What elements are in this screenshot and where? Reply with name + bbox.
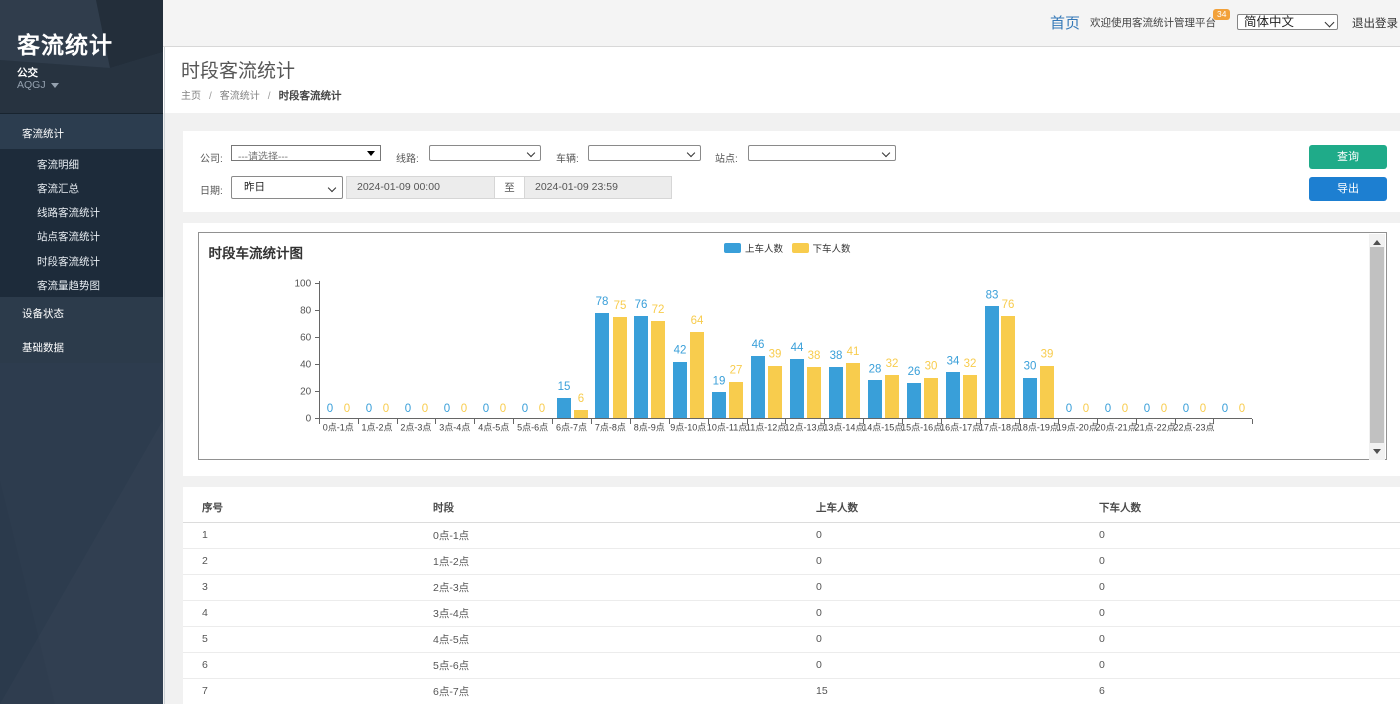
svg-text:32: 32: [964, 358, 977, 370]
svg-text:83: 83: [986, 290, 999, 302]
svg-text:16点-17点: 16点-17点: [940, 423, 981, 433]
svg-text:7点-8点: 7点-8点: [595, 423, 626, 433]
svg-text:10点-11点: 10点-11点: [707, 423, 747, 433]
svg-text:0: 0: [483, 403, 489, 415]
svg-text:27: 27: [730, 365, 743, 377]
svg-text:78: 78: [596, 296, 609, 308]
svg-text:44: 44: [791, 342, 804, 354]
svg-text:39: 39: [769, 349, 782, 361]
svg-text:18点-19点: 18点-19点: [1018, 423, 1059, 433]
svg-text:1点-2点: 1点-2点: [361, 423, 392, 433]
svg-text:20点-21点: 20点-21点: [1096, 423, 1137, 433]
svg-text:41: 41: [847, 346, 860, 358]
svg-text:80: 80: [300, 306, 312, 317]
svg-text:15点-16点: 15点-16点: [901, 423, 942, 433]
svg-text:0: 0: [405, 403, 411, 415]
svg-text:0: 0: [461, 403, 467, 415]
svg-text:0: 0: [1222, 403, 1228, 415]
svg-text:0点-1点: 0点-1点: [323, 423, 354, 433]
svg-text:60: 60: [300, 333, 312, 344]
svg-text:40: 40: [300, 360, 312, 371]
svg-text:0: 0: [1066, 403, 1072, 415]
svg-text:42: 42: [674, 345, 687, 357]
svg-text:0: 0: [1105, 403, 1111, 415]
svg-text:0: 0: [1083, 403, 1089, 415]
svg-text:9点-10点: 9点-10点: [670, 423, 706, 433]
svg-text:21点-22点: 21点-22点: [1135, 423, 1176, 433]
svg-text:0: 0: [1161, 403, 1167, 415]
svg-text:38: 38: [808, 350, 821, 362]
svg-text:20: 20: [300, 387, 312, 398]
svg-text:11点-12点: 11点-12点: [746, 423, 786, 433]
svg-text:46: 46: [752, 339, 765, 351]
svg-text:75: 75: [614, 300, 627, 312]
svg-text:34: 34: [947, 356, 960, 368]
svg-text:76: 76: [635, 299, 648, 311]
svg-text:76: 76: [1002, 299, 1015, 311]
svg-text:13点-14点: 13点-14点: [823, 423, 864, 433]
svg-text:0: 0: [1200, 403, 1206, 415]
svg-text:64: 64: [691, 315, 704, 327]
svg-text:19点-20点: 19点-20点: [1057, 423, 1098, 433]
svg-text:12点-13点: 12点-13点: [784, 423, 825, 433]
svg-text:0: 0: [327, 403, 333, 415]
svg-text:14点-15点: 14点-15点: [862, 423, 903, 433]
svg-text:0: 0: [1239, 403, 1245, 415]
svg-text:6点-7点: 6点-7点: [556, 423, 587, 433]
svg-text:26: 26: [908, 366, 921, 378]
svg-text:28: 28: [869, 364, 882, 376]
svg-text:0: 0: [383, 403, 389, 415]
svg-text:0: 0: [522, 403, 528, 415]
svg-text:0: 0: [366, 403, 372, 415]
svg-text:0: 0: [306, 414, 312, 425]
svg-text:32: 32: [886, 358, 899, 370]
svg-text:0: 0: [1122, 403, 1128, 415]
svg-text:0: 0: [1183, 403, 1189, 415]
svg-text:3点-4点: 3点-4点: [439, 423, 470, 433]
svg-text:22点-23点: 22点-23点: [1173, 423, 1214, 433]
svg-text:4点-5点: 4点-5点: [478, 423, 509, 433]
svg-text:30: 30: [925, 361, 938, 373]
svg-text:39: 39: [1041, 349, 1054, 361]
svg-text:6: 6: [578, 393, 584, 405]
svg-text:0: 0: [444, 403, 450, 415]
svg-text:72: 72: [652, 304, 665, 316]
svg-text:100: 100: [295, 279, 312, 290]
svg-text:17点-18点: 17点-18点: [979, 423, 1020, 433]
svg-text:0: 0: [344, 403, 350, 415]
svg-text:0: 0: [422, 403, 428, 415]
svg-text:0: 0: [539, 403, 545, 415]
svg-text:0: 0: [1144, 403, 1150, 415]
svg-text:5点-6点: 5点-6点: [517, 423, 548, 433]
svg-text:19: 19: [713, 376, 726, 388]
svg-text:2点-3点: 2点-3点: [400, 423, 431, 433]
svg-text:15: 15: [558, 381, 571, 393]
svg-text:30: 30: [1024, 361, 1037, 373]
svg-text:38: 38: [830, 350, 843, 362]
svg-text:0: 0: [500, 403, 506, 415]
svg-text:8点-9点: 8点-9点: [634, 423, 665, 433]
